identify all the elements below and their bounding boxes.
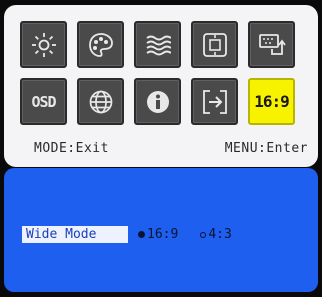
image-adjust-tile[interactable] (134, 21, 181, 68)
aspect-ratio-tile[interactable]: 16:9 (248, 78, 295, 125)
color-tile[interactable] (77, 21, 124, 68)
reset-icon (202, 89, 227, 114)
language-tile[interactable] (77, 78, 124, 125)
wide-mode-row: Wide Mode 16:9 4:3 (22, 226, 232, 243)
input-source-tile[interactable] (248, 21, 295, 68)
input-source-icon (258, 33, 286, 55)
radio-selected-icon (138, 231, 145, 238)
information-tile[interactable] (134, 78, 181, 125)
osd-submenu-panel: Wide Mode 16:9 4:3 (4, 168, 318, 292)
color-icon (88, 32, 113, 57)
radio-unselected-icon (200, 231, 207, 238)
osd-settings-tile[interactable]: OSD (20, 78, 67, 125)
image-adjust-icon (145, 35, 171, 55)
osd-main-menu: OSD 16:9 MODE:Exit MENU:Enter (4, 5, 318, 167)
osd-icon: OSD (31, 92, 56, 111)
position-tile[interactable] (191, 21, 238, 68)
reset-tile[interactable] (191, 78, 238, 125)
option-16-9-label: 16:9 (147, 227, 179, 242)
option-4-3[interactable]: 4:3 (200, 227, 232, 242)
aspect-ratio-icon: 16:9 (254, 92, 290, 111)
menu-icon-grid: OSD 16:9 (20, 21, 295, 125)
mode-exit-hint: MODE:Exit (34, 141, 109, 156)
language-icon (89, 90, 112, 113)
wide-mode-label: Wide Mode (22, 226, 128, 243)
brightness-tile[interactable] (20, 21, 67, 68)
brightness-icon (31, 32, 56, 57)
menu-enter-hint: MENU:Enter (224, 141, 308, 156)
position-icon (202, 32, 227, 57)
information-icon (146, 90, 169, 113)
option-16-9[interactable]: 16:9 (138, 227, 178, 242)
option-4-3-label: 4:3 (208, 227, 232, 242)
